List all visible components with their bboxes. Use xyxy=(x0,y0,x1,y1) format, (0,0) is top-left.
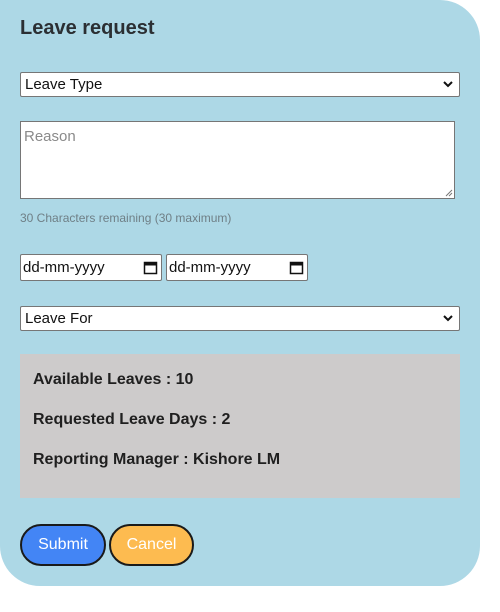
leave-for-selected-value: Leave For xyxy=(25,310,93,327)
reason-placeholder: Reason xyxy=(24,128,76,145)
reporting-manager-text: Reporting Manager : Kishore LM xyxy=(33,451,281,468)
chevron-down-icon xyxy=(443,81,453,88)
cancel-button[interactable]: Cancel xyxy=(109,524,194,566)
start-date-placeholder: dd-mm-yyyy xyxy=(23,259,105,276)
requested-leave-days-text: Requested Leave Days : 2 xyxy=(33,411,231,428)
resize-grip-icon[interactable] xyxy=(444,188,453,197)
leave-for-select[interactable]: Leave For xyxy=(20,306,460,331)
end-date-input[interactable]: dd-mm-yyyy xyxy=(166,254,308,281)
available-leaves-text: Available Leaves : 10 xyxy=(33,371,194,388)
submit-button[interactable]: Submit xyxy=(20,524,106,566)
calendar-icon[interactable] xyxy=(143,260,158,275)
reason-textarea[interactable]: Reason xyxy=(20,121,455,199)
page-title: Leave request xyxy=(20,17,155,39)
leave-summary-panel: Available Leaves : 10 Requested Leave Da… xyxy=(20,354,460,498)
leave-request-card: Leave request Leave Type Reason 30 Chara… xyxy=(0,0,480,586)
character-count-hint: 30 Characters remaining (30 maximum) xyxy=(20,211,232,225)
leave-type-select[interactable]: Leave Type xyxy=(20,72,460,97)
calendar-icon[interactable] xyxy=(289,260,304,275)
start-date-input[interactable]: dd-mm-yyyy xyxy=(20,254,162,281)
chevron-down-icon xyxy=(443,315,453,322)
end-date-placeholder: dd-mm-yyyy xyxy=(169,259,251,276)
leave-type-selected-value: Leave Type xyxy=(25,76,103,93)
